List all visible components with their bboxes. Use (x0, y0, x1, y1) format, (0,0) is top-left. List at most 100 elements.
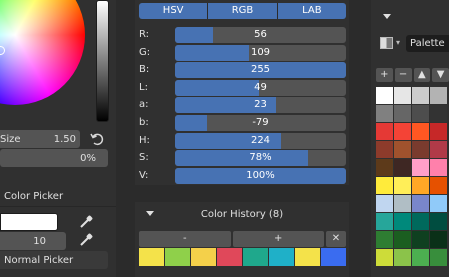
history-swatch[interactable] (295, 248, 320, 266)
slider-value: 255 (250, 64, 271, 75)
palette-swatch[interactable] (430, 249, 447, 266)
channel-slider[interactable]: -79 (175, 115, 346, 131)
palette-swatch[interactable] (412, 159, 429, 176)
palette-swatch[interactable] (376, 105, 393, 122)
palette-toolbar: + − ▲ ▼ (376, 68, 449, 82)
color-history-title: Color History (8) (200, 209, 284, 220)
slider-value: 78% (249, 152, 272, 163)
palette-swatch[interactable] (430, 231, 447, 248)
palette-swatch[interactable] (376, 159, 393, 176)
size-label: Size (0, 134, 21, 145)
palette-swatch[interactable] (394, 231, 411, 248)
palette-swatch[interactable] (412, 123, 429, 140)
palette-swatch[interactable] (430, 141, 447, 158)
channel-slider[interactable]: 23 (175, 97, 346, 113)
normal-picker-label: Normal Picker (4, 255, 74, 266)
palette-swatch[interactable] (394, 87, 411, 104)
color-wheel[interactable] (0, 0, 85, 105)
palette-swatch[interactable] (412, 177, 429, 194)
eyedropper-icon[interactable] (77, 213, 95, 231)
history-swatch[interactable] (269, 248, 294, 266)
palette-swatch[interactable] (412, 105, 429, 122)
palette-swatch[interactable] (394, 123, 411, 140)
palette-remove-button[interactable]: − (394, 68, 412, 82)
palette-swatch[interactable] (430, 177, 447, 194)
slider-label: L: (139, 82, 148, 93)
reset-icon[interactable] (88, 130, 106, 148)
history-swatches (139, 248, 346, 266)
collapse-triangle-icon[interactable] (383, 14, 391, 19)
tab-hsv[interactable]: HSV (139, 3, 209, 19)
channel-slider[interactable]: 109 (175, 45, 346, 61)
palette-swatch[interactable] (376, 195, 393, 212)
palette-swatch[interactable] (412, 231, 429, 248)
channel-slider[interactable]: 255 (175, 62, 346, 78)
color-wheel-container[interactable] (0, 0, 90, 120)
slider-value: 56 (254, 29, 267, 40)
palette-swatch[interactable] (394, 105, 411, 122)
channel-slider[interactable]: 49 (175, 80, 346, 96)
tab-lab[interactable]: LAB (277, 3, 346, 19)
channel-slider[interactable]: 224 (175, 133, 346, 149)
palette-swatch[interactable] (394, 213, 411, 230)
palette-swatch[interactable] (376, 231, 393, 248)
color-picker-title: Color Picker (4, 191, 64, 202)
palette-swatch[interactable] (376, 123, 393, 140)
color-mode-tabs: HSV RGB LAB (139, 3, 346, 19)
slider-value: 109 (250, 47, 271, 58)
palette-swatch[interactable] (376, 141, 393, 158)
slider-label: b: (139, 117, 149, 128)
palette-swatch[interactable] (430, 159, 447, 176)
size-value: 1.50 (53, 134, 76, 145)
value-slider[interactable] (96, 0, 109, 122)
color-picker-swatch[interactable] (0, 213, 58, 231)
history-add-button[interactable]: + (232, 231, 324, 247)
palette-add-button[interactable]: + (376, 68, 393, 82)
slider-value: 49 (254, 82, 267, 93)
history-toolbar: - + ✕ (139, 231, 346, 247)
history-swatch[interactable] (243, 248, 268, 266)
palette-swatch[interactable] (412, 213, 429, 230)
history-swatch[interactable] (139, 248, 164, 266)
palette-swatch[interactable] (430, 87, 447, 104)
palette-swatch[interactable] (376, 177, 393, 194)
tab-rgb[interactable]: RGB (208, 3, 278, 19)
palette-name: Palette (410, 38, 445, 49)
slider-value: 100% (246, 170, 275, 181)
slider-label: a: (139, 99, 149, 110)
palette-swatch[interactable] (376, 249, 393, 266)
channel-slider[interactable]: 100% (175, 168, 346, 184)
chevron-down-icon[interactable]: ▾ (396, 38, 400, 47)
palette-swatch[interactable] (430, 213, 447, 230)
palette-swatch[interactable] (376, 213, 393, 230)
palette-swatch[interactable] (412, 195, 429, 212)
slider-value: -79 (252, 117, 269, 128)
palette-move-up-button[interactable]: ▲ (413, 68, 431, 82)
channel-slider[interactable]: 56 (175, 27, 346, 43)
palette-icon[interactable] (380, 37, 393, 49)
palette-swatch[interactable] (412, 141, 429, 158)
history-remove-button[interactable]: - (139, 231, 231, 247)
history-swatch[interactable] (217, 248, 242, 266)
palette-swatch[interactable] (430, 123, 447, 140)
palette-swatch[interactable] (394, 159, 411, 176)
palette-swatch[interactable] (430, 195, 447, 212)
palette-swatch[interactable] (412, 87, 429, 104)
slider-label: R: (139, 29, 150, 40)
palette-swatch[interactable] (394, 249, 411, 266)
palette-swatch[interactable] (394, 195, 411, 212)
palette-swatch[interactable] (394, 177, 411, 194)
slider-label: V: (139, 170, 149, 181)
history-clear-button[interactable]: ✕ (326, 231, 346, 247)
eyedropper-icon[interactable] (77, 231, 95, 249)
palette-swatch[interactable] (430, 105, 447, 122)
palette-move-down-button[interactable]: ▼ (432, 68, 449, 82)
channel-slider[interactable]: 78% (175, 150, 346, 166)
history-swatch[interactable] (321, 248, 346, 266)
history-swatch[interactable] (165, 248, 190, 266)
palette-swatch[interactable] (376, 87, 393, 104)
palette-swatch[interactable] (394, 141, 411, 158)
palette-swatch[interactable] (412, 249, 429, 266)
history-swatch[interactable] (191, 248, 216, 266)
picker-number-value: 10 (33, 236, 46, 247)
